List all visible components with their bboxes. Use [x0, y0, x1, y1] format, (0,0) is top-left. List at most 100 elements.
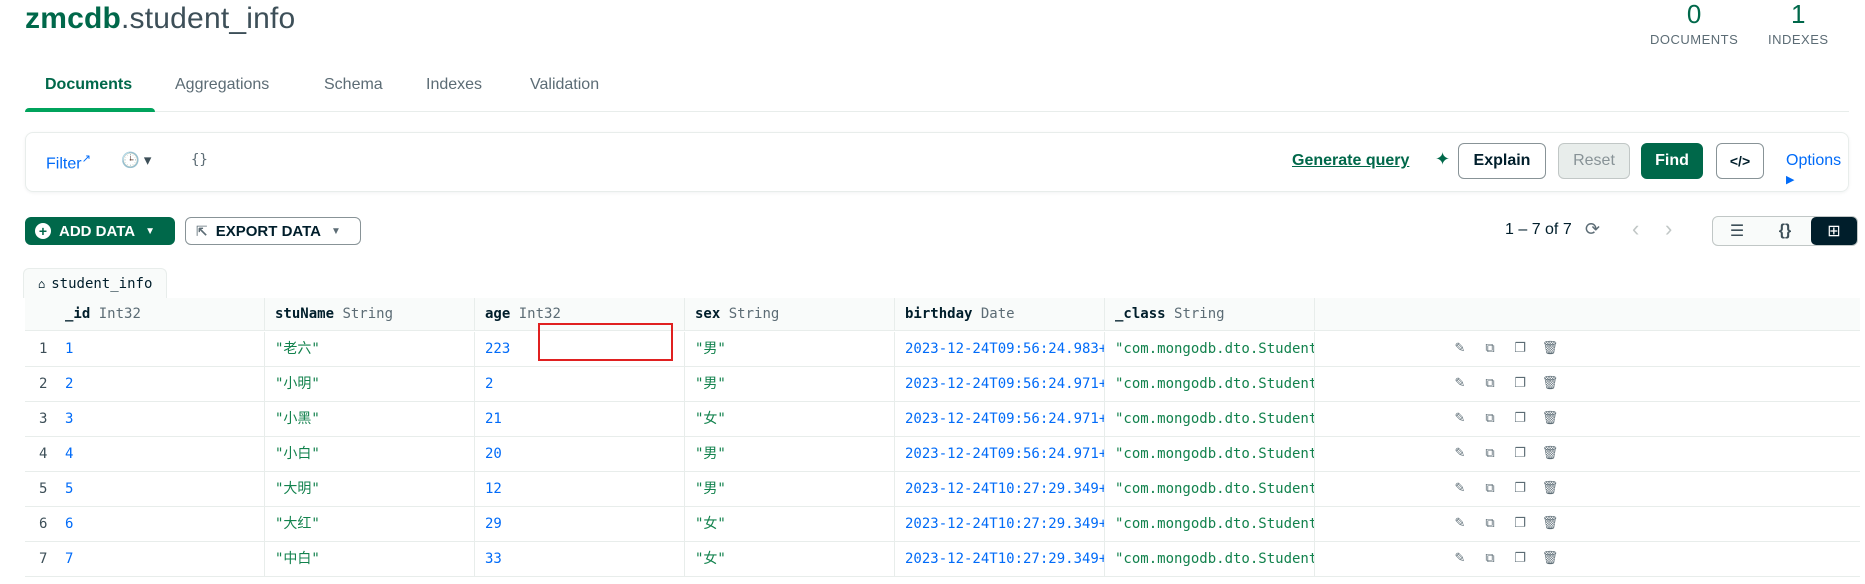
- table-cell[interactable]: "女": [685, 402, 895, 436]
- table-cell[interactable]: "com.mongodb.dto.StudentI…: [1105, 472, 1315, 506]
- table-cell[interactable]: "女": [685, 507, 895, 541]
- table-row[interactable]: 3 3 "小黑" 21 "女" 2023-12-24T09:56:24.971+0… "co…: [25, 402, 1860, 437]
- table-cell[interactable]: 4: [55, 437, 265, 471]
- table-cell[interactable]: 2023-12-24T10:27:29.349+0…: [895, 472, 1105, 506]
- edit-icon[interactable]: ✎: [1445, 340, 1475, 356]
- table-cell[interactable]: "男": [685, 332, 895, 366]
- copy-icon[interactable]: ⧉: [1475, 375, 1505, 391]
- table-row[interactable]: 4 4 "小白" 20 "男" 2023-12-24T09:56:24.971+0… "co…: [25, 437, 1860, 472]
- clone-icon[interactable]: ❐: [1505, 515, 1535, 531]
- table-cell[interactable]: "com.mongodb.dto.StudentI…: [1105, 437, 1315, 471]
- filter-link[interactable]: Filter↗: [46, 152, 91, 173]
- column-header[interactable]: _class String: [1105, 298, 1315, 331]
- table-cell[interactable]: "男": [685, 437, 895, 471]
- table-cell[interactable]: 29: [475, 507, 685, 541]
- previous-page-icon[interactable]: ‹: [1632, 216, 1639, 242]
- next-page-icon[interactable]: ›: [1665, 216, 1672, 242]
- table-cell[interactable]: "中白": [265, 542, 475, 576]
- clone-icon[interactable]: ❐: [1505, 445, 1535, 461]
- clone-icon[interactable]: ❐: [1505, 340, 1535, 356]
- list-view-icon[interactable]: ☰: [1713, 217, 1761, 245]
- table-cell[interactable]: 33: [475, 542, 685, 576]
- table-cell[interactable]: 2023-12-24T09:56:24.971+0…: [895, 367, 1105, 401]
- tab-documents[interactable]: Documents: [45, 76, 132, 94]
- table-cell[interactable]: 20: [475, 437, 685, 471]
- column-header[interactable]: birthday Date: [895, 298, 1105, 331]
- table-view-icon[interactable]: ⊞: [1811, 217, 1857, 245]
- table-cell[interactable]: 3: [55, 402, 265, 436]
- clone-icon[interactable]: ❐: [1505, 375, 1535, 391]
- clone-icon[interactable]: ❐: [1505, 480, 1535, 496]
- table-cell[interactable]: 5: [55, 472, 265, 506]
- copy-icon[interactable]: ⧉: [1475, 515, 1505, 531]
- copy-icon[interactable]: ⧉: [1475, 480, 1505, 496]
- column-header[interactable]: stuName String: [265, 298, 475, 331]
- export-data-button[interactable]: ⇱ EXPORT DATA ▼: [185, 217, 361, 245]
- tab-indexes[interactable]: Indexes: [426, 76, 482, 94]
- edit-icon[interactable]: ✎: [1445, 445, 1475, 461]
- table-cell[interactable]: "com.mongodb.dto.StudentI…: [1105, 507, 1315, 541]
- copy-icon[interactable]: ⧉: [1475, 410, 1505, 426]
- table-cell[interactable]: "老六": [265, 332, 475, 366]
- clone-icon[interactable]: ❐: [1505, 550, 1535, 566]
- delete-icon[interactable]: 🗑: [1535, 515, 1565, 531]
- refresh-icon[interactable]: ⟳: [1585, 219, 1600, 240]
- edit-icon[interactable]: ✎: [1445, 550, 1475, 566]
- table-cell[interactable]: 2023-12-24T10:27:29.349+0…: [895, 507, 1105, 541]
- delete-icon[interactable]: 🗑: [1535, 375, 1565, 391]
- delete-icon[interactable]: 🗑: [1535, 340, 1565, 356]
- generate-query-link[interactable]: Generate query: [1292, 152, 1409, 170]
- edit-icon[interactable]: ✎: [1445, 480, 1475, 496]
- table-cell[interactable]: 1: [55, 332, 265, 366]
- table-row[interactable]: 5 5 "大明" 12 "男" 2023-12-24T10:27:29.349+0… "co…: [25, 472, 1860, 507]
- delete-icon[interactable]: 🗑: [1535, 550, 1565, 566]
- table-cell[interactable]: "com.mongodb.dto.StudentI…: [1105, 402, 1315, 436]
- table-cell[interactable]: 12: [475, 472, 685, 506]
- table-cell[interactable]: 6: [55, 507, 265, 541]
- table-cell[interactable]: 2: [55, 367, 265, 401]
- table-cell[interactable]: 2: [475, 367, 685, 401]
- table-cell[interactable]: 2023-12-24T09:56:24.983+0…: [895, 332, 1105, 366]
- reset-button[interactable]: Reset: [1558, 143, 1630, 179]
- delete-icon[interactable]: 🗑: [1535, 410, 1565, 426]
- json-view-icon[interactable]: {}: [1761, 217, 1809, 245]
- table-cell[interactable]: "大明": [265, 472, 475, 506]
- column-header[interactable]: _id Int32: [55, 298, 265, 331]
- table-cell[interactable]: "大红": [265, 507, 475, 541]
- code-icon-button[interactable]: </>: [1716, 143, 1764, 179]
- table-cell[interactable]: "小黑": [265, 402, 475, 436]
- table-cell[interactable]: "男": [685, 367, 895, 401]
- edit-icon[interactable]: ✎: [1445, 515, 1475, 531]
- table-cell[interactable]: "小明": [265, 367, 475, 401]
- table-cell[interactable]: "小白": [265, 437, 475, 471]
- table-cell[interactable]: "男": [685, 472, 895, 506]
- query-history-button[interactable]: 🕒 ▾: [121, 151, 151, 169]
- tab-schema[interactable]: Schema: [324, 76, 383, 94]
- table-cell[interactable]: 2023-12-24T09:56:24.971+0…: [895, 402, 1105, 436]
- table-cell[interactable]: 21: [475, 402, 685, 436]
- delete-icon[interactable]: 🗑: [1535, 445, 1565, 461]
- table-row[interactable]: 2 2 "小明" 2 "男" 2023-12-24T09:56:24.971+0… "com…: [25, 367, 1860, 402]
- breadcrumb[interactable]: ⌂ student_info: [23, 268, 168, 298]
- explain-button[interactable]: Explain: [1458, 143, 1546, 179]
- clone-icon[interactable]: ❐: [1505, 410, 1535, 426]
- edit-icon[interactable]: ✎: [1445, 375, 1475, 391]
- table-cell[interactable]: "女": [685, 542, 895, 576]
- find-button[interactable]: Find: [1641, 143, 1703, 179]
- delete-icon[interactable]: 🗑: [1535, 480, 1565, 496]
- table-cell[interactable]: 2023-12-24T09:56:24.971+0…: [895, 437, 1105, 471]
- table-row[interactable]: 6 6 "大红" 29 "女" 2023-12-24T10:27:29.349+0… "co…: [25, 507, 1860, 542]
- copy-icon[interactable]: ⧉: [1475, 445, 1505, 461]
- table-cell[interactable]: "com.mongodb.dto.StudentI…: [1105, 542, 1315, 576]
- tab-validation[interactable]: Validation: [530, 76, 599, 94]
- table-row[interactable]: 7 7 "中白" 33 "女" 2023-12-24T10:27:29.349+0… "co…: [25, 542, 1860, 577]
- column-header[interactable]: sex String: [685, 298, 895, 331]
- table-cell[interactable]: 7: [55, 542, 265, 576]
- copy-icon[interactable]: ⧉: [1475, 550, 1505, 566]
- tab-aggregations[interactable]: Aggregations: [175, 76, 269, 94]
- add-data-button[interactable]: + ADD DATA ▼: [25, 217, 175, 245]
- table-cell[interactable]: "com.mongodb.dto.StudentI…: [1105, 332, 1315, 366]
- table-cell[interactable]: "com.mongodb.dto.StudentI…: [1105, 367, 1315, 401]
- table-cell[interactable]: 2023-12-24T10:27:29.349+0…: [895, 542, 1105, 576]
- copy-icon[interactable]: ⧉: [1475, 340, 1505, 356]
